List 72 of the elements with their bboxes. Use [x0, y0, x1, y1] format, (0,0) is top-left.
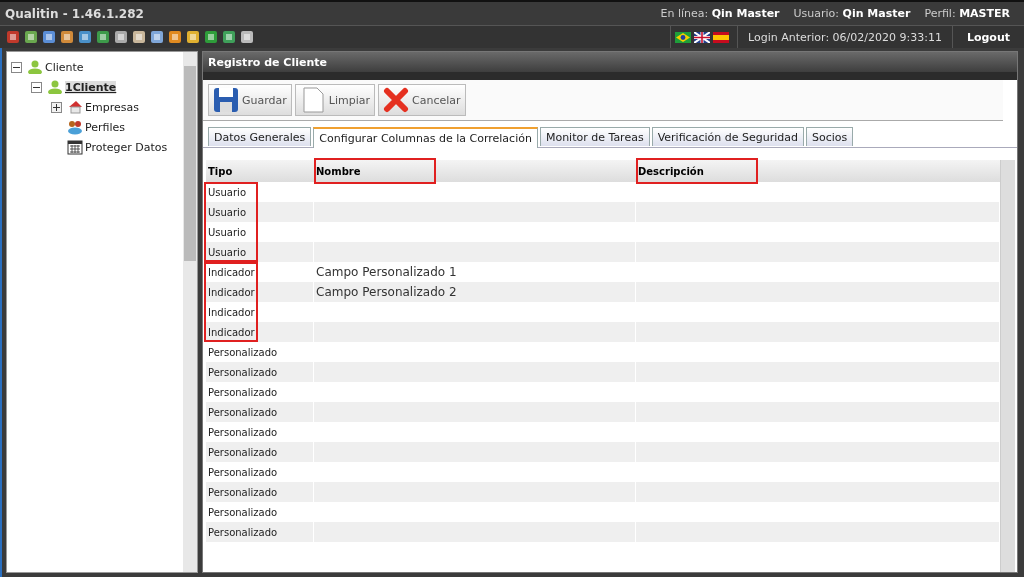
tree-item[interactable]: Proteger Datos [85, 140, 168, 154]
table-cell: Indicador [208, 286, 255, 298]
column-header[interactable]: Nombre [316, 165, 361, 177]
last-login: Login Anterior: 06/02/2020 9:33:11 [747, 30, 943, 44]
toolbar-button[interactable]: Cancelar [378, 84, 466, 116]
user-info: Usuario: Qin Master [793, 7, 911, 20]
table-cell: Usuario [208, 186, 246, 198]
users-icon [47, 80, 63, 94]
tree-item[interactable]: Empresas [85, 100, 139, 114]
toolbar-icon[interactable] [221, 29, 237, 45]
close-icon [383, 87, 409, 113]
table-cell: Personalizado [208, 466, 278, 478]
table-cell: Usuario [208, 246, 246, 258]
window-title: Qualitin - 1.46.1.282 [5, 6, 144, 21]
people-icon [67, 119, 83, 135]
table-cell: Campo Personalizado 2 [316, 285, 457, 299]
toolbar-icon[interactable] [149, 29, 165, 45]
users-icon [27, 60, 43, 74]
collapse-toggle-icon[interactable] [31, 81, 42, 93]
tab[interactable]: Configurar Columnas de la Correlación [313, 127, 538, 148]
save-icon [213, 87, 239, 113]
expand-toggle-icon[interactable] [51, 101, 62, 113]
scrollbar[interactable] [183, 52, 197, 572]
house-icon [67, 99, 83, 115]
toolbar-icon[interactable] [95, 29, 111, 45]
brazil-flag-icon[interactable] [675, 31, 691, 43]
scrollbar[interactable] [1000, 160, 1015, 572]
calendar-icon [67, 139, 83, 155]
table-cell: Personalizado [208, 386, 278, 398]
table-cell: Usuario [208, 226, 246, 238]
table-cell: Indicador [208, 266, 255, 278]
column-header[interactable]: Descripción [638, 165, 704, 177]
toolbar-icon[interactable] [203, 29, 219, 45]
table-cell: Personalizado [208, 366, 278, 378]
tab[interactable]: Socios [805, 127, 854, 146]
table-cell: Usuario [208, 206, 246, 218]
table-cell: Indicador [208, 306, 255, 318]
tree-item[interactable]: Perfiles [85, 120, 125, 134]
table-cell: Indicador [208, 326, 255, 338]
tree-item[interactable]: 1Cliente [65, 80, 117, 94]
toolbar-icon[interactable] [77, 29, 93, 45]
table-cell: Personalizado [208, 506, 278, 518]
panel-title: Registro de Cliente [203, 52, 1017, 72]
toolbar-icon[interactable] [239, 29, 255, 45]
table-cell: Personalizado [208, 446, 278, 458]
logout-button[interactable]: Logout [951, 26, 1024, 48]
table-cell: Personalizado [208, 426, 278, 438]
online-status: En línea: Qin Master [660, 7, 780, 20]
toolbar-icon[interactable] [23, 29, 39, 45]
uk-flag-icon[interactable] [694, 31, 710, 43]
table-cell: Personalizado [208, 526, 278, 538]
tree-item[interactable]: Cliente [45, 60, 84, 74]
tab[interactable]: Monitor de Tareas [539, 127, 650, 146]
profile-info: Perfil: MASTER [924, 7, 1010, 20]
toolbar-button[interactable]: Guardar [208, 84, 292, 116]
table-cell: Personalizado [208, 346, 278, 358]
toolbar-icon[interactable] [59, 29, 75, 45]
table-cell: Campo Personalizado 1 [316, 265, 457, 279]
toolbar-icon[interactable] [167, 29, 183, 45]
toolbar-icon[interactable] [5, 29, 21, 45]
spain-flag-icon[interactable] [713, 31, 729, 43]
column-header[interactable]: Tipo [208, 165, 233, 177]
table-cell: Personalizado [208, 486, 278, 498]
toolbar-icon[interactable] [185, 29, 201, 45]
toolbar-icon[interactable] [41, 29, 57, 45]
toolbar-icon[interactable] [113, 29, 129, 45]
toolbar-icon[interactable] [131, 29, 147, 45]
collapse-toggle-icon[interactable] [11, 61, 22, 73]
toolbar-button[interactable]: Limpiar [294, 84, 375, 116]
tab[interactable]: Datos Generales [208, 127, 312, 146]
tab[interactable]: Verificación de Seguridad [651, 127, 804, 146]
table-cell: Personalizado [208, 406, 278, 418]
